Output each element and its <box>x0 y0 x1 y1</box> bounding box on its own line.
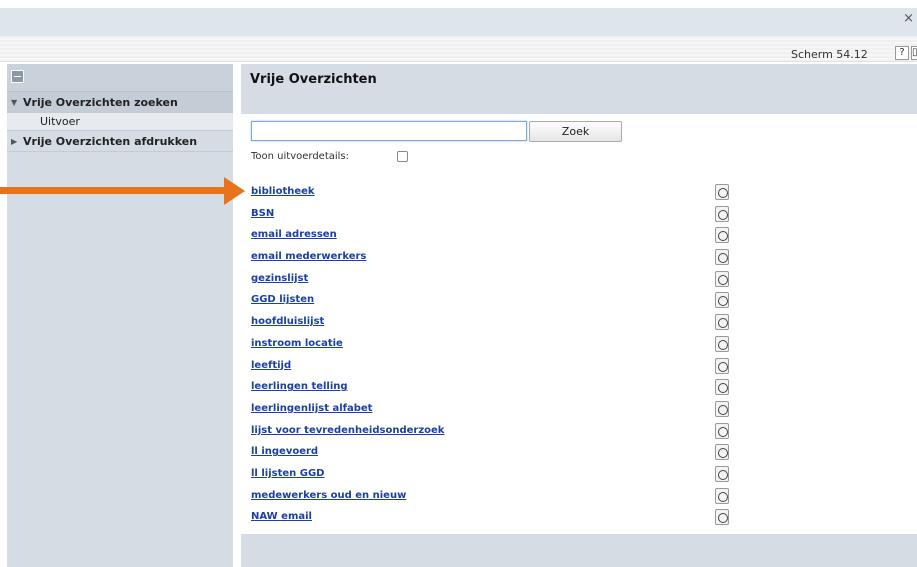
titlebar-decoration <box>0 0 917 8</box>
report-link[interactable]: gezinslijst <box>251 273 308 284</box>
collapsed-triangle-icon: ▶ <box>11 137 18 146</box>
search-button[interactable]: Zoek <box>529 121 622 142</box>
sidebar-header <box>7 64 233 92</box>
info-icon[interactable] <box>715 335 729 352</box>
screen-code: Scherm 54.12 <box>791 48 868 61</box>
report-link[interactable]: ll ingevoerd <box>251 446 318 457</box>
info-icon[interactable] <box>715 314 729 331</box>
list-item: instroom locatie <box>241 335 917 357</box>
info-icon[interactable] <box>715 465 729 482</box>
app-root: × Scherm 54.12 ? ▯ ▼ Vrije Overzichten z… <box>0 0 917 567</box>
report-link[interactable]: NAW email <box>251 511 312 522</box>
info-icon[interactable] <box>715 400 729 417</box>
list-item: GGD lijsten <box>241 291 917 313</box>
report-link[interactable]: hoofdluislijst <box>251 316 324 327</box>
info-icon[interactable] <box>715 487 729 504</box>
report-link[interactable]: GGD lijsten <box>251 294 314 305</box>
report-link[interactable]: bibliotheek <box>251 186 315 197</box>
report-list: bibliotheek BSN email adressen email mederw… <box>241 183 917 533</box>
list-item: medewerkers oud en nieuw <box>241 487 917 509</box>
report-link[interactable]: medewerkers oud en nieuw <box>251 490 406 501</box>
list-item: leeftijd <box>241 357 917 379</box>
annotation-arrow-icon <box>224 177 245 205</box>
info-icon[interactable] <box>715 270 729 287</box>
info-icon[interactable] <box>715 249 729 266</box>
report-link[interactable]: email adressen <box>251 229 337 240</box>
list-item: gezinslijst <box>241 270 917 292</box>
window-titlebar: × <box>0 0 917 36</box>
report-link[interactable]: instroom locatie <box>251 338 343 349</box>
report-link[interactable]: leerlingenlijst alfabet <box>251 403 372 414</box>
collapse-icon[interactable] <box>11 70 24 83</box>
details-label: Toon uitvoerdetails: <box>251 151 350 162</box>
list-item: ll ingevoerd <box>241 443 917 465</box>
toolbar-strip <box>0 36 917 62</box>
list-item: NAW email <box>241 508 917 530</box>
list-item: leerlingenlijst alfabet <box>241 400 917 422</box>
list-item: BSN <box>241 205 917 227</box>
annotation-arrow-shaft <box>0 187 224 194</box>
list-item: email adressen <box>241 226 917 248</box>
info-icon[interactable] <box>715 205 729 222</box>
report-link[interactable]: lijst voor tevredenheidsonderzoek <box>251 425 444 436</box>
details-checkbox[interactable] <box>397 151 408 162</box>
page-title: Vrije Overzichten <box>241 64 917 114</box>
main-panel: Vrije Overzichten Zoek Toon uitvoerdetai… <box>241 64 917 567</box>
report-link[interactable]: leeftijd <box>251 360 291 371</box>
info-icon[interactable] <box>715 509 729 526</box>
report-link[interactable]: ll lijsten GGD <box>251 468 324 479</box>
report-link[interactable]: email mederwerkers <box>251 251 366 262</box>
list-item: email mederwerkers <box>241 248 917 270</box>
info-icon[interactable] <box>715 444 729 461</box>
sidebar-item-label: Vrije Overzichten afdrukken <box>23 135 198 148</box>
info-icon[interactable] <box>715 357 729 374</box>
print-button[interactable]: ▯ <box>911 46 917 60</box>
sidebar-item-zoeken[interactable]: ▼ Vrije Overzichten zoeken <box>7 92 233 113</box>
info-icon[interactable] <box>715 379 729 396</box>
list-item: ll lijsten GGD <box>241 465 917 487</box>
list-item: leerlingen telling <box>241 378 917 400</box>
search-input[interactable] <box>251 121 527 141</box>
list-item: bibliotheek <box>241 183 917 205</box>
expanded-triangle-icon: ▼ <box>11 98 18 107</box>
sidebar-item-label: Vrije Overzichten zoeken <box>23 96 178 109</box>
sidebar-item-afdrukken[interactable]: ▶ Vrije Overzichten afdrukken <box>7 131 233 152</box>
list-item: lijst voor tevredenheidsonderzoek <box>241 422 917 444</box>
info-icon[interactable] <box>715 292 729 309</box>
main-footer <box>241 534 917 567</box>
report-link[interactable]: leerlingen telling <box>251 381 348 392</box>
info-icon[interactable] <box>715 184 729 200</box>
help-button[interactable]: ? <box>895 46 909 60</box>
close-icon[interactable]: × <box>903 11 914 26</box>
report-link[interactable]: BSN <box>251 208 274 219</box>
info-icon[interactable] <box>715 227 729 244</box>
sidebar-subitem-uitvoer[interactable]: Uitvoer <box>7 113 233 131</box>
sidebar: ▼ Vrije Overzichten zoeken Uitvoer ▶ Vri… <box>7 64 233 567</box>
list-item: hoofdluislijst <box>241 313 917 335</box>
info-icon[interactable] <box>715 422 729 439</box>
